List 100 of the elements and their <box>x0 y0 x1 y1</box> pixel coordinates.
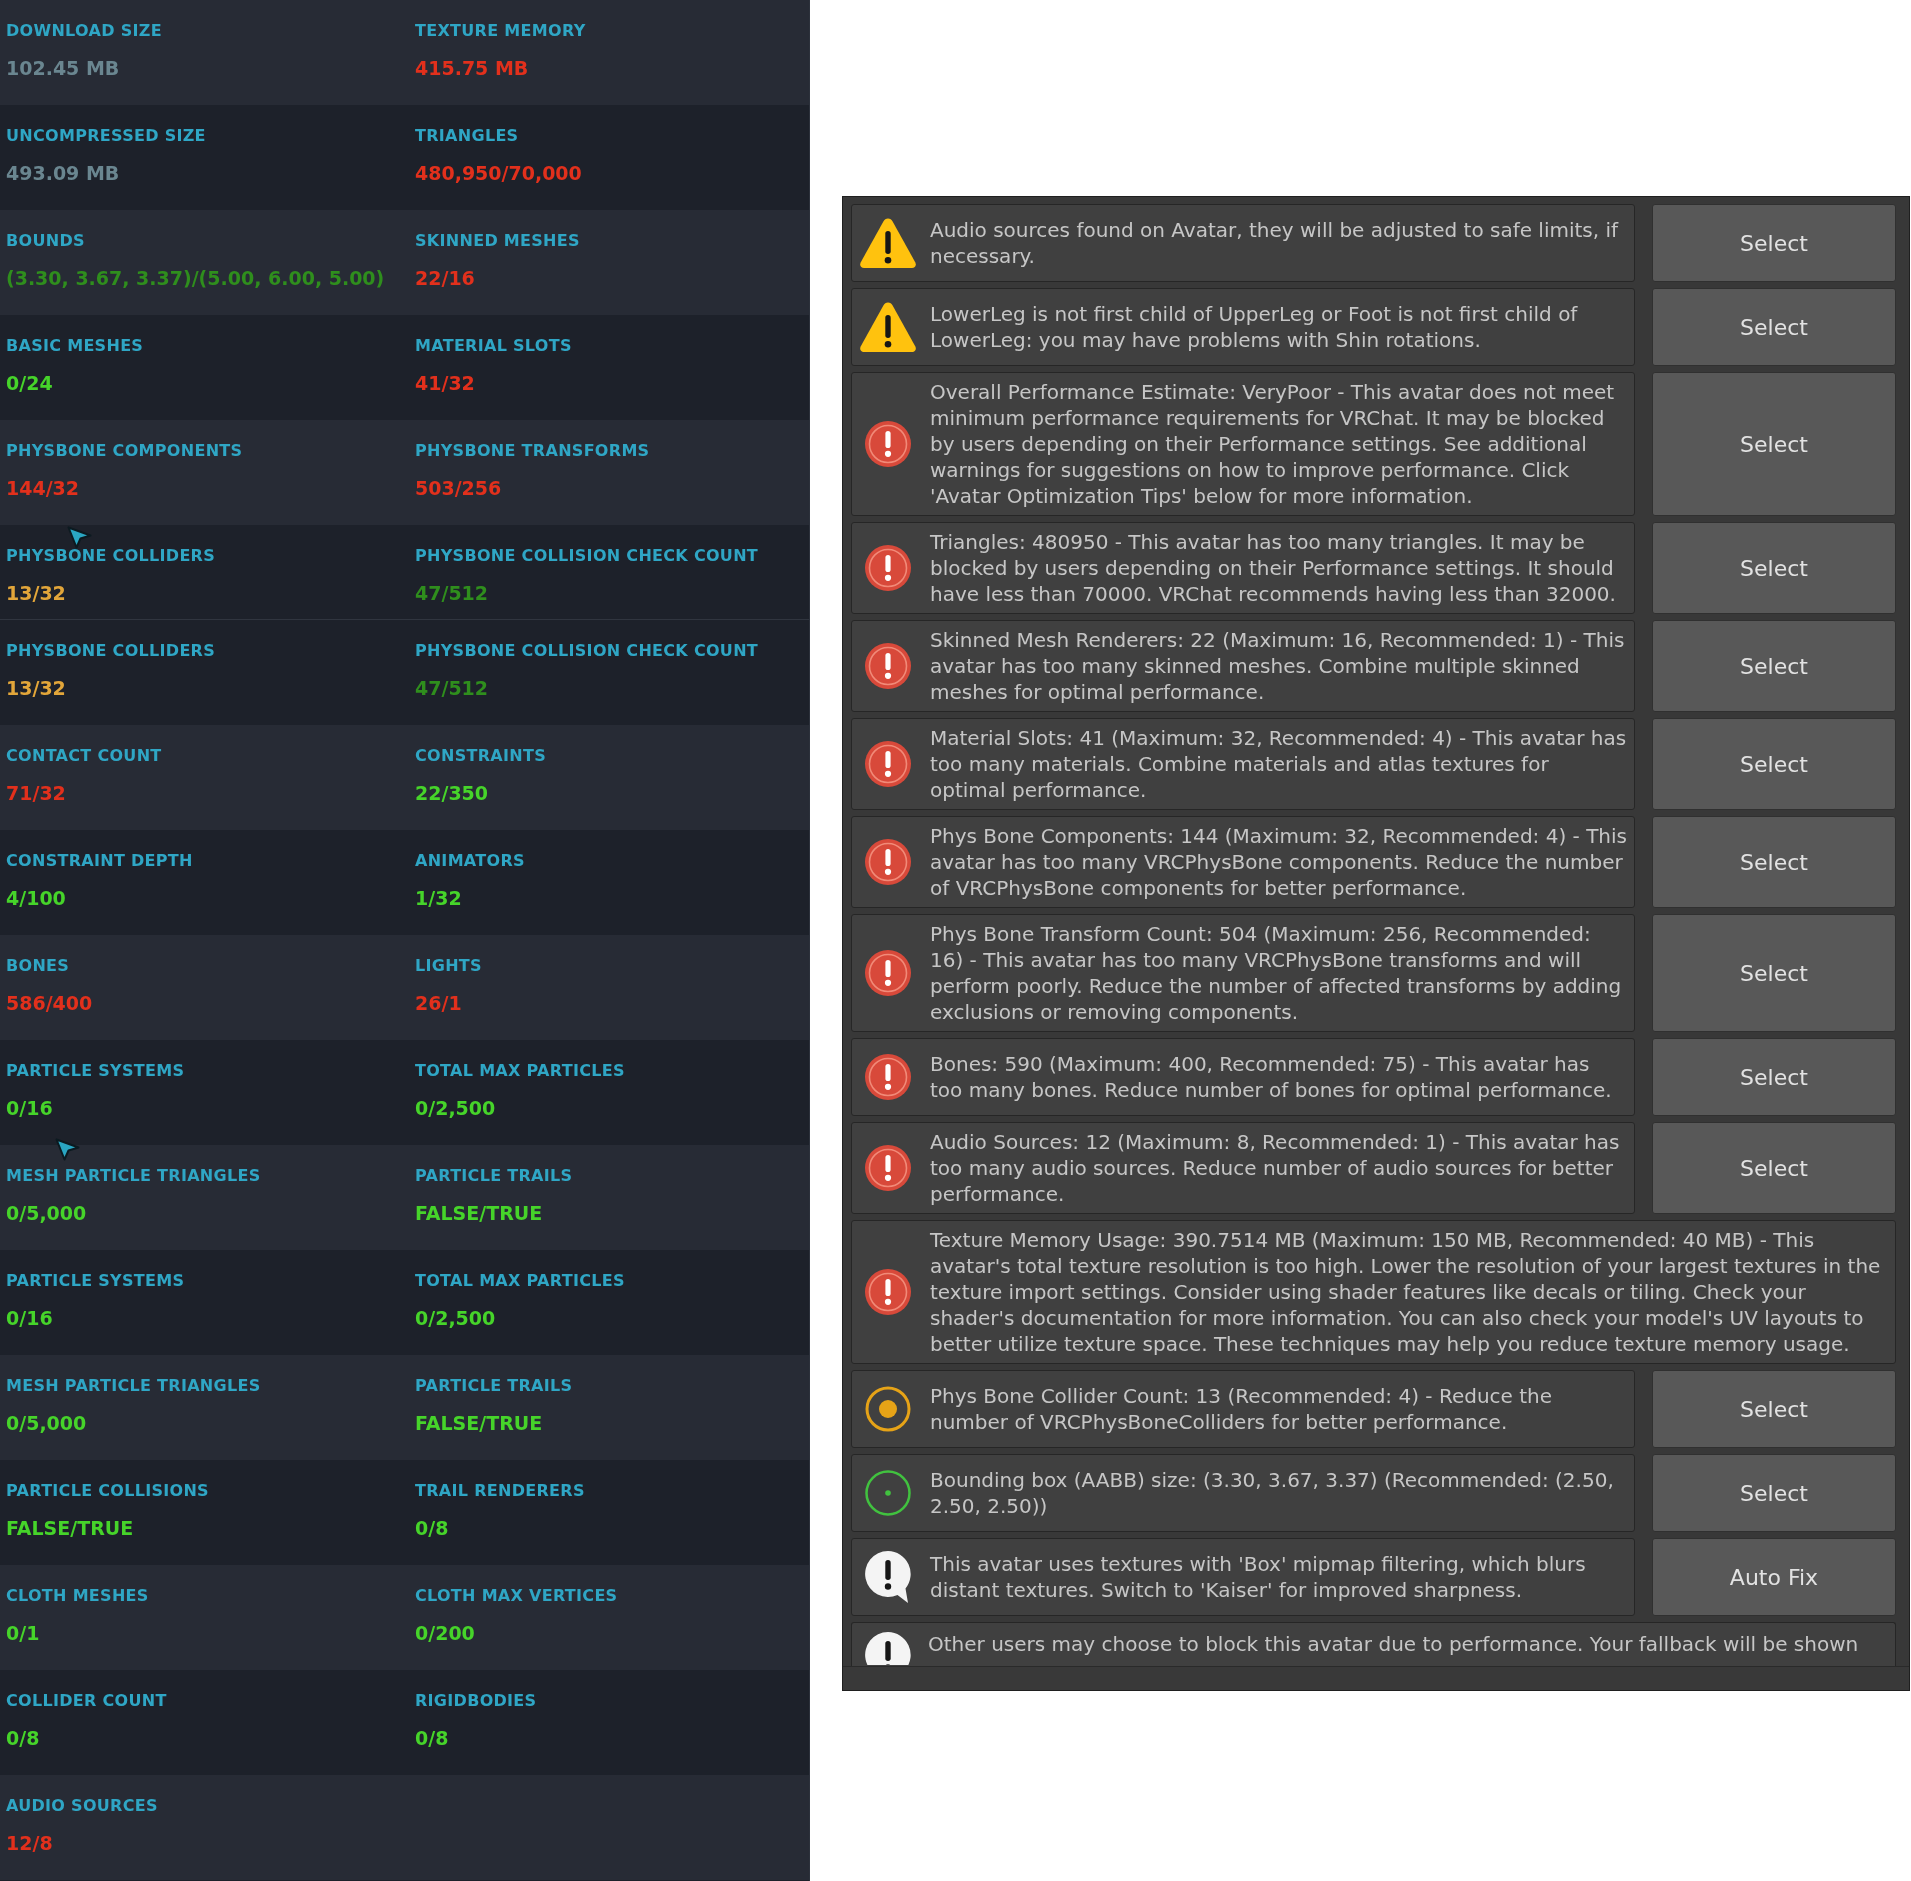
action-button[interactable]: Select <box>1652 1038 1896 1116</box>
error-icon <box>865 643 911 689</box>
stat-label: MESH PARTICLE TRIANGLES <box>6 1376 261 1396</box>
stat-label: PHYSBONE COLLIDERS <box>6 546 216 566</box>
action-button[interactable]: Select <box>1652 620 1896 712</box>
message-text: Texture Memory Usage: 390.7514 MB (Maximum: 150 MB, Recommended: 40 MB) - This avatar's total texture resolution is too high. Lower the resolution of your largest textures in the texture import settings. Consider using shader features like decals or tiling. Check your shader's documentation for more information. You can also check your model's UV layouts to better utilize texture space. These techniques may help you reduce texture memory usage. <box>930 1227 1882 1357</box>
stat-label: BONES <box>6 956 70 976</box>
stat-label: BASIC MESHES <box>6 336 144 356</box>
stat-value: 22/350 <box>415 781 489 805</box>
action-button[interactable]: Select <box>1652 288 1896 366</box>
stat-label: CLOTH MESHES <box>6 1586 149 1606</box>
stat-value: 586/400 <box>6 991 93 1015</box>
error-icon <box>865 1054 911 1100</box>
message-text: Other users may choose to block this avatar due to performance. Your fallback will be shown <box>928 1631 1859 1657</box>
speech-bubble-icon <box>864 1550 912 1604</box>
stat-value: 12/8 <box>6 1831 53 1855</box>
action-button[interactable]: Select <box>1652 1370 1896 1448</box>
cursor-icon <box>55 1138 80 1161</box>
action-button[interactable]: Select <box>1652 372 1896 516</box>
message-text: Material Slots: 41 (Maximum: 32, Recommended: 4) - This avatar has too many materials. Combine materials and atlas textures for optimal performance. <box>930 725 1628 803</box>
stat-value: 503/256 <box>415 476 502 500</box>
stat-value: 0/16 <box>6 1096 53 1120</box>
stat-value: 0/8 <box>415 1726 449 1750</box>
message-text: Phys Bone Transform Count: 504 (Maximum: 256, Recommended: 16) - This avatar has too many VRCPhysBone transforms and will perform poorly. Reduce the number of affected transforms by adding exclusions or removing components. <box>930 921 1623 1025</box>
stat-value: 0/5,000 <box>6 1411 87 1435</box>
action-button[interactable]: Select <box>1652 1454 1896 1532</box>
action-button[interactable]: Auto Fix <box>1652 1538 1896 1616</box>
stat-value: 13/32 <box>6 581 66 605</box>
stat-value: 1/32 <box>415 886 462 910</box>
stat-label: SKINNED MESHES <box>415 231 580 251</box>
stat-label: PHYSBONE COLLISION CHECK COUNT <box>415 546 759 566</box>
error-icon <box>865 839 911 885</box>
stat-label: RIGIDBODIES <box>415 1691 537 1711</box>
stat-value: 480,950/70,000 <box>415 161 582 185</box>
stat-label: MATERIAL SLOTS <box>415 336 572 356</box>
action-button[interactable]: Select <box>1652 718 1896 810</box>
stat-value: 0/8 <box>415 1516 449 1540</box>
action-button[interactable]: Select <box>1652 914 1896 1032</box>
stat-value: 493.09 MB <box>6 161 120 185</box>
stat-value: 41/32 <box>415 371 475 395</box>
stat-label: CLOTH MAX VERTICES <box>415 1586 618 1606</box>
ring-dot-icon <box>865 1470 911 1516</box>
message-text: Audio sources found on Avatar, they will be adjusted to safe limits, if necessary. <box>930 217 1620 269</box>
stat-label: PARTICLE SYSTEMS <box>6 1271 185 1291</box>
stat-label: PARTICLE SYSTEMS <box>6 1061 185 1081</box>
stat-value: 22/16 <box>415 266 475 290</box>
stat-label: PHYSBONE COLLISION CHECK COUNT <box>415 641 759 661</box>
stat-label: TEXTURE MEMORY <box>415 21 586 41</box>
message-text: Skinned Mesh Renderers: 22 (Maximum: 16, Recommended: 1) - This avatar has too many skinned meshes. Combine multiple skinned meshes for optimal performance. <box>930 627 1626 705</box>
error-icon <box>865 421 911 467</box>
message-text: Bones: 590 (Maximum: 400, Recommended: 75) - This avatar has too many bones. Reduce number of bones for optimal performance. <box>930 1051 1613 1103</box>
stat-label: MESH PARTICLE TRIANGLES <box>6 1166 261 1186</box>
speech-bubble-icon <box>864 1631 912 1665</box>
stat-label: BOUNDS <box>6 231 85 251</box>
message-text: Triangles: 480950 - This avatar has too many triangles. It may be blocked by users depending on their Performance settings. It should have less than 70000. VRChat recommends having less than 32000. <box>930 529 1617 607</box>
stat-value: 0/8 <box>6 1726 40 1750</box>
warning-icon <box>859 217 917 269</box>
stat-label: PHYSBONE COMPONENTS <box>6 441 243 461</box>
warning-icon <box>859 301 917 353</box>
stat-label: CONTACT COUNT <box>6 746 162 766</box>
action-button[interactable]: Select <box>1652 522 1896 614</box>
error-icon <box>865 741 911 787</box>
stat-label: AUDIO SOURCES <box>6 1796 158 1816</box>
stat-label: TOTAL MAX PARTICLES <box>415 1271 625 1291</box>
stat-value: 0/2,500 <box>415 1306 496 1330</box>
action-button[interactable]: Select <box>1652 1122 1896 1214</box>
stat-value: 47/512 <box>415 581 489 605</box>
message-text: Bounding box (AABB) size: (3.30, 3.67, 3.37) (Recommended: (2.50, 2.50, 2.50)) <box>930 1467 1615 1519</box>
stat-label: CONSTRAINT DEPTH <box>6 851 193 871</box>
action-button[interactable]: Select <box>1652 204 1896 282</box>
stat-value: 0/24 <box>6 371 53 395</box>
message-text: Overall Performance Estimate: VeryPoor - This avatar does not meet minimum performance requirements for VRChat. It may be blocked by users depending on their Performance settings. See additional warnings for suggestions on how to improve performance. Click 'Avatar Optimization Tips' below for more information. <box>930 379 1616 509</box>
stat-value: (3.30, 3.67, 3.37)/(5.00, 6.00, 5.00) <box>6 266 385 290</box>
message-text: LowerLeg is not first child of UpperLeg or Foot is not first child of LowerLeg: you may have problems with Shin rotations. <box>930 301 1579 353</box>
stat-value: 144/32 <box>6 476 80 500</box>
stat-label: TRIANGLES <box>415 126 519 146</box>
error-icon <box>865 545 911 591</box>
stat-value: 0/200 <box>415 1621 475 1645</box>
message-text: Phys Bone Components: 144 (Maximum: 32, Recommended: 4) - This avatar has too many VRCPhysBone components. Reduce the number of VRCPhysBone components for better performance. <box>930 823 1628 901</box>
action-button[interactable]: Select <box>1652 816 1896 908</box>
stat-label: PARTICLE TRAILS <box>415 1166 573 1186</box>
stat-value: 26/1 <box>415 991 462 1015</box>
stat-value: 71/32 <box>6 781 66 805</box>
stat-label: PHYSBONE TRANSFORMS <box>415 441 650 461</box>
stat-label: PARTICLE TRAILS <box>415 1376 573 1396</box>
stat-label: TRAIL RENDERERS <box>415 1481 585 1501</box>
stat-value: 0/2,500 <box>415 1096 496 1120</box>
stat-label: LIGHTS <box>415 956 482 976</box>
error-icon <box>865 1269 911 1315</box>
stat-value: FALSE/TRUE <box>415 1201 543 1225</box>
stat-label: PARTICLE COLLISIONS <box>6 1481 209 1501</box>
stat-label: PHYSBONE COLLIDERS <box>6 641 216 661</box>
message-text: Phys Bone Collider Count: 13 (Recommended: 4) - Reduce the number of VRCPhysBoneColliders for better performance. <box>930 1383 1554 1435</box>
error-icon <box>865 1145 911 1191</box>
stat-value: 415.75 MB <box>415 56 529 80</box>
error-icon <box>865 950 911 996</box>
stat-value: 0/1 <box>6 1621 40 1645</box>
stat-label: UNCOMPRESSED SIZE <box>6 126 206 146</box>
stat-label: DOWNLOAD SIZE <box>6 21 162 41</box>
stat-value: 102.45 MB <box>6 56 120 80</box>
